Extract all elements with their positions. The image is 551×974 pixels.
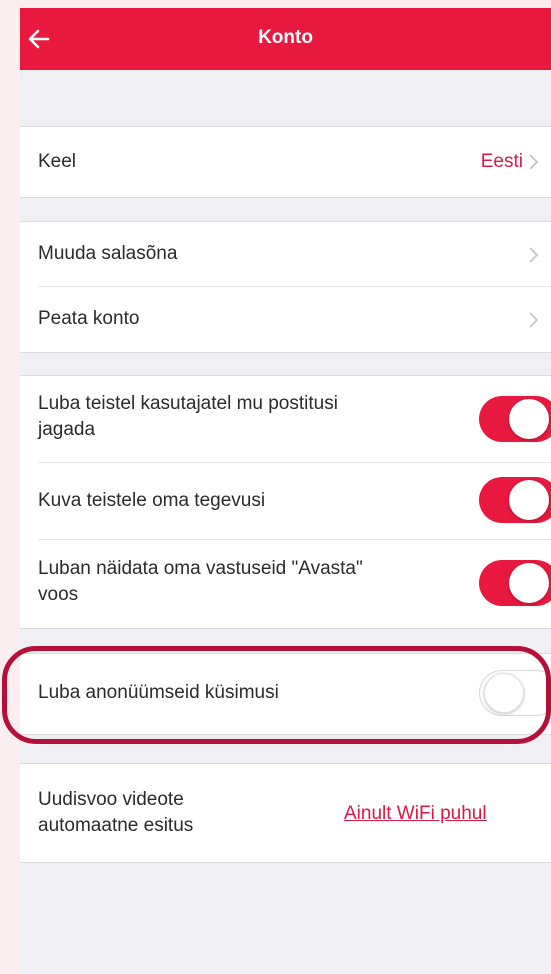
privacy-group: Luba teistel kasutajatel mu postitusi ja… bbox=[20, 375, 551, 629]
discover-feed-row: Luban näidata oma vastuseid "Avasta" voo… bbox=[20, 540, 551, 628]
page-title: Konto bbox=[258, 27, 313, 48]
app-header: Konto bbox=[20, 8, 551, 70]
highlight-outline bbox=[2, 646, 551, 744]
language-label: Keel bbox=[38, 151, 77, 172]
video-autoplay-value[interactable]: Ainult WiFi puhul bbox=[344, 803, 487, 825]
language-value: Eesti bbox=[480, 151, 523, 172]
video-autoplay-label: Uudisvoo videote automaatne esitus bbox=[38, 789, 194, 836]
toggle-knob bbox=[509, 563, 549, 603]
chevron-right-icon bbox=[529, 154, 539, 170]
video-autoplay-row[interactable]: Uudisvoo videote automaatne esitus Ainul… bbox=[20, 764, 551, 862]
discover-feed-toggle[interactable] bbox=[479, 560, 551, 606]
share-posts-row: Luba teistel kasutajatel mu postitusi ja… bbox=[20, 376, 551, 462]
hide-account-row[interactable]: Peata konto bbox=[20, 287, 551, 351]
chevron-right-icon bbox=[529, 312, 539, 328]
share-posts-label: Luba teistel kasutajatel mu postitusi ja… bbox=[38, 393, 338, 440]
share-posts-toggle[interactable] bbox=[479, 396, 551, 442]
change-password-row[interactable]: Muuda salasõna bbox=[20, 222, 551, 286]
video-group: Uudisvoo videote automaatne esitus Ainul… bbox=[20, 763, 551, 863]
language-row[interactable]: Keel Eesti bbox=[20, 127, 551, 197]
chevron-right-icon bbox=[529, 247, 539, 263]
account-group: Muuda salasõna Peata konto bbox=[20, 221, 551, 353]
toggle-knob bbox=[509, 480, 549, 520]
settings-screen: Konto Keel Eesti Muuda salasõna Peata ko… bbox=[20, 8, 551, 974]
show-activity-label: Kuva teistele oma tegevusi bbox=[38, 490, 266, 511]
change-password-label: Muuda salasõna bbox=[38, 243, 178, 264]
show-activity-row: Kuva teistele oma tegevusi bbox=[20, 463, 551, 539]
discover-feed-label: Luban näidata oma vastuseid "Avasta" voo… bbox=[38, 558, 363, 605]
show-activity-toggle[interactable] bbox=[479, 477, 551, 523]
toggle-knob bbox=[509, 399, 549, 439]
language-group: Keel Eesti bbox=[20, 126, 551, 198]
hide-account-label: Peata konto bbox=[38, 308, 140, 329]
